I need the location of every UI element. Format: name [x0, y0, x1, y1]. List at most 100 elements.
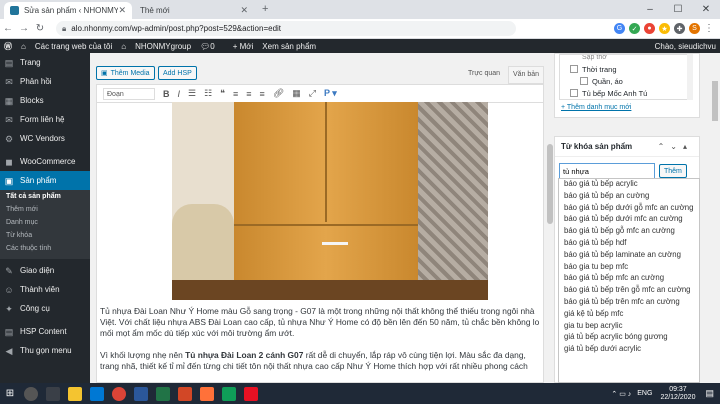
category-item[interactable]: Thời trang — [560, 63, 692, 75]
tag-suggestion-item[interactable]: báo giá tủ bếp an cường — [559, 191, 699, 203]
tab-text[interactable]: Văn bản — [508, 66, 544, 84]
tag-suggestion-item[interactable]: giá tủ bếp dưới acrylic — [559, 344, 699, 356]
language-indicator[interactable]: ENG — [637, 390, 652, 397]
tag-suggestion-item[interactable]: báo giá tủ bếp acrylic — [559, 179, 699, 191]
minimize-icon[interactable]: – — [636, 0, 664, 19]
app-icon[interactable] — [244, 386, 258, 401]
extension-icon[interactable]: G — [614, 23, 625, 34]
tag-suggestion-item[interactable]: báo giá tủ bếp hdf — [559, 238, 699, 250]
clock[interactable]: 09:37 22/12/2020 — [660, 386, 695, 402]
excel-icon[interactable] — [156, 386, 170, 401]
sidebar-item-wc-vendors[interactable]: ⚙ WC Vendors — [0, 129, 90, 148]
sidebar-item-cong-cu[interactable]: ✦ Công cụ — [0, 299, 90, 318]
app-icon[interactable] — [222, 386, 236, 401]
editor-scrollbar[interactable] — [547, 84, 553, 383]
wordpress-logo-icon[interactable]: Ⓦ — [4, 41, 12, 52]
submenu-attributes[interactable]: Các thuộc tính — [0, 242, 90, 259]
sidebar-item-phan-hoi[interactable]: ✉ Phản hồi — [0, 72, 90, 91]
submenu-add-new[interactable]: Thêm mới — [0, 203, 90, 216]
bullet-list-icon[interactable]: ☰ — [188, 88, 196, 99]
align-left-icon[interactable]: ≡ — [233, 89, 238, 99]
tag-suggestion-item[interactable]: báo giá tủ bếp gỗ mfc an cường — [559, 226, 699, 238]
sidebar-item-trang[interactable]: ▤ Trang — [0, 53, 90, 72]
sidebar-item-blocks[interactable]: ▦ Blocks — [0, 91, 90, 110]
extension-icon[interactable]: ★ — [659, 23, 670, 34]
close-window-icon[interactable]: ✕ — [692, 0, 720, 19]
align-right-icon[interactable]: ≡ — [260, 89, 265, 99]
numbered-list-icon[interactable]: ☷ — [204, 88, 212, 99]
sidebar-item-hsp-content[interactable]: ▤ HSP Content — [0, 322, 90, 341]
search-icon[interactable] — [24, 386, 38, 401]
close-tab-icon[interactable]: ✕ — [118, 5, 126, 16]
checkbox[interactable] — [580, 77, 588, 85]
windows-start-icon[interactable]: ⊞ — [0, 383, 20, 404]
site-name-link[interactable]: NHONMYgroup — [135, 42, 191, 51]
bold-icon[interactable]: B — [163, 89, 170, 99]
sidebar-item-thanh-vien[interactable]: ☺ Thành viên — [0, 280, 90, 299]
collapse-menu-button[interactable]: ◀ Thu gọn menu — [0, 341, 90, 360]
new-content-link[interactable]: + Mới — [233, 42, 254, 51]
paragraph-2[interactable]: Vì khối lượng nhẹ nên Tủ nhựa Đài Loan 2… — [100, 350, 540, 376]
menu-icon[interactable]: ⋮ — [704, 23, 714, 34]
address-bar[interactable]: 🔒︎ alo.nhonmy.com/wp-admin/post.php?post… — [56, 21, 516, 36]
forward-icon[interactable]: → — [16, 23, 32, 34]
tag-suggestion-item[interactable]: báo giá tủ bếp dưới gỗ mfc an cường — [559, 203, 699, 215]
add-media-button[interactable]: ▣ Thêm Media — [96, 66, 155, 80]
task-view-icon[interactable] — [46, 386, 60, 401]
submenu-all-products[interactable]: Tất cả sản phẩm — [0, 190, 90, 203]
tag-suggestion-item[interactable]: báo giá tủ bếp mfc an cường — [559, 273, 699, 285]
chrome-icon[interactable] — [112, 386, 126, 401]
edge-icon[interactable] — [90, 386, 104, 401]
file-explorer-icon[interactable] — [68, 386, 82, 401]
extension-icon[interactable]: ✓ — [629, 23, 640, 34]
format-select[interactable]: Đoạn — [103, 87, 155, 100]
submenu-tags[interactable]: Từ khóa — [0, 229, 90, 242]
page-scroll-thumb[interactable] — [712, 81, 718, 121]
my-sites-link[interactable]: Các trang web của tôi — [35, 42, 112, 51]
add-category-link[interactable]: + Thêm danh mục mới — [561, 104, 631, 111]
align-center-icon[interactable]: ≡ — [246, 89, 251, 99]
close-tab-icon[interactable]: ✕ — [240, 5, 248, 16]
tag-suggestion-item[interactable]: báo giá tủ bếp laminate an cường — [559, 250, 699, 262]
extensions-puzzle-icon[interactable]: ✚ — [674, 23, 685, 34]
fullscreen-icon[interactable]: ⤢ — [309, 88, 316, 99]
box-controls-icons[interactable]: ⌃⌄▴ — [658, 142, 693, 151]
category-scrollbar[interactable] — [687, 54, 693, 100]
profile-avatar[interactable]: S — [689, 23, 700, 34]
yoast-icon[interactable]: P ▾ — [324, 88, 337, 99]
powerpoint-icon[interactable] — [178, 386, 192, 401]
user-greeting[interactable]: Chào, sieudichvu — [655, 42, 716, 51]
app-icon[interactable] — [200, 386, 214, 401]
reload-icon[interactable]: ↻ — [32, 23, 48, 34]
checkbox[interactable] — [570, 65, 578, 73]
tag-suggestion-item[interactable]: giá tủ bếp acrylic bóng gương — [559, 332, 699, 344]
back-icon[interactable]: ← — [0, 23, 16, 34]
category-item[interactable]: Tủ bếp Mốc Anh Tú — [560, 87, 692, 99]
add-hsp-button[interactable]: Add HSP — [158, 66, 197, 80]
notification-icon[interactable]: ▤ — [705, 388, 714, 399]
system-tray-icons[interactable]: ⌃ ▭ ♪ — [611, 390, 631, 398]
tag-suggestion-item[interactable]: báo gia tu bep mfc — [559, 262, 699, 274]
tag-suggestion-item[interactable]: báo giá tủ bếp trên gỗ mfc an cường — [559, 285, 699, 297]
tag-suggestion-item[interactable]: báo giá tủ bếp dưới mfc an cường — [559, 214, 699, 226]
tab-edit-product[interactable]: Sửa sản phẩm ‹ NHONMYgroup ✕ — [4, 2, 132, 19]
view-product-link[interactable]: Xem sản phẩm — [262, 42, 316, 51]
scroll-thumb[interactable] — [547, 144, 553, 224]
tab-visual[interactable]: Trực quan — [468, 70, 500, 77]
word-icon[interactable] — [134, 386, 148, 401]
category-item[interactable]: Sập thờ — [560, 55, 692, 63]
extension-icon[interactable]: ● — [644, 23, 655, 34]
tag-suggestion-item[interactable]: báo giá tủ bếp trên mfc an cường — [559, 297, 699, 309]
tag-suggestion-item[interactable]: gia tu bep acrylic — [559, 321, 699, 333]
italic-icon[interactable]: I — [178, 89, 181, 99]
category-item[interactable]: Quần, áo — [560, 75, 692, 87]
page-scrollbar[interactable] — [710, 53, 720, 383]
sidebar-item-san-pham[interactable]: ▣ Sản phẩm — [0, 171, 90, 190]
sidebar-item-giao-dien[interactable]: ✎ Giao diện — [0, 261, 90, 280]
maximize-icon[interactable]: ☐ — [664, 0, 692, 19]
comments-icon[interactable]: 💬︎0 — [200, 42, 224, 51]
checkbox[interactable] — [570, 89, 578, 97]
new-tab-button[interactable]: + — [262, 3, 268, 15]
submenu-categories[interactable]: Danh mục — [0, 216, 90, 229]
quote-icon[interactable]: ❝ — [220, 88, 225, 99]
